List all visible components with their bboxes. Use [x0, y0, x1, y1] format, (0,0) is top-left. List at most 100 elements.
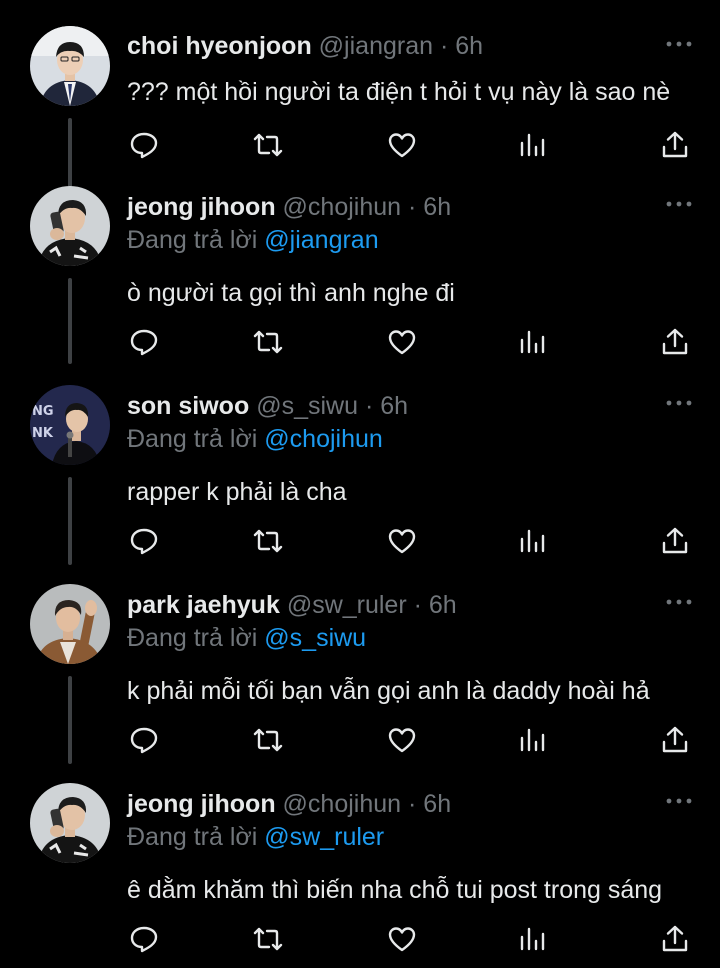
- replying-to: Đang trả lời @jiangran: [127, 226, 379, 255]
- replying-to-label: Đang trả lời: [127, 823, 265, 851]
- timestamp[interactable]: 6h: [455, 32, 483, 60]
- retweet-button[interactable]: [251, 724, 285, 756]
- reply-button[interactable]: [127, 724, 161, 756]
- views-button[interactable]: [515, 129, 549, 161]
- user-handle[interactable]: @s_siwu: [256, 392, 358, 420]
- display-name[interactable]: choi hyeonjoon: [127, 32, 312, 60]
- retweet-icon: [253, 728, 283, 752]
- like-button[interactable]: [385, 129, 419, 161]
- tweet-header: son siwoo @s_siwu · 6h: [127, 388, 408, 424]
- reply-button[interactable]: [127, 923, 161, 955]
- avatar[interactable]: [30, 26, 110, 106]
- reply-button[interactable]: [127, 129, 161, 161]
- avatar[interactable]: [30, 186, 110, 266]
- replying-to-mention[interactable]: @sw_ruler: [264, 823, 384, 851]
- retweet-icon: [253, 330, 283, 354]
- views-icon: [520, 728, 545, 752]
- more-options-icon: [666, 400, 692, 406]
- tweet-header: choi hyeonjoon @jiangran · 6h: [127, 28, 483, 64]
- conversation-thread: choi hyeonjoon @jiangran · 6h ??? một hồ…: [0, 0, 720, 968]
- replying-to: Đang trả lời @chojihun: [127, 425, 383, 454]
- user-handle[interactable]: @chojihun: [283, 790, 402, 818]
- retweet-button[interactable]: [251, 129, 285, 161]
- display-name[interactable]: jeong jihoon: [127, 193, 276, 221]
- avatar[interactable]: [30, 783, 110, 863]
- share-button[interactable]: [658, 525, 692, 557]
- user-handle[interactable]: @sw_ruler: [287, 591, 407, 619]
- more-options-icon: [666, 41, 692, 47]
- avatar-person-stage-mic-icon: NG NK: [30, 385, 110, 465]
- share-icon: [662, 925, 688, 952]
- display-name[interactable]: jeong jihoon: [127, 790, 276, 818]
- svg-text:NG: NG: [32, 404, 54, 419]
- retweet-button[interactable]: [251, 923, 285, 955]
- reply-button[interactable]: [127, 326, 161, 358]
- share-button[interactable]: [658, 129, 692, 161]
- reply-button[interactable]: [127, 525, 161, 557]
- more-options-button[interactable]: [664, 190, 694, 218]
- views-button[interactable]: [515, 923, 549, 955]
- tweet-text: ò người ta gọi thì anh nghe đi: [127, 279, 455, 307]
- share-button[interactable]: [658, 923, 692, 955]
- more-options-button[interactable]: [664, 787, 694, 815]
- separator-dot: ·: [413, 591, 422, 619]
- avatar[interactable]: [30, 584, 110, 664]
- share-button[interactable]: [658, 724, 692, 756]
- thread-line: [68, 676, 72, 764]
- like-button[interactable]: [385, 525, 419, 557]
- svg-text:NK: NK: [32, 426, 54, 441]
- display-name[interactable]: son siwoo: [127, 392, 249, 420]
- timestamp[interactable]: 6h: [429, 591, 457, 619]
- tweet-actions: [127, 923, 694, 955]
- tweet-text: rapper k phải là cha: [127, 478, 347, 506]
- like-icon: [388, 728, 416, 753]
- tweet-text: k phải mỗi tối bạn vẫn gọi anh là daddy …: [127, 677, 650, 705]
- user-handle[interactable]: @chojihun: [283, 193, 402, 221]
- like-button[interactable]: [385, 724, 419, 756]
- more-options-icon: [666, 798, 692, 804]
- timestamp[interactable]: 6h: [380, 392, 408, 420]
- like-button[interactable]: [385, 923, 419, 955]
- thread-line: [68, 278, 72, 364]
- tweet-header: jeong jihoon @chojihun · 6h: [127, 189, 451, 225]
- like-button[interactable]: [385, 326, 419, 358]
- more-options-icon: [666, 201, 692, 207]
- timestamp[interactable]: 6h: [423, 193, 451, 221]
- avatar-person-suit-white-icon: [30, 26, 110, 106]
- user-handle[interactable]: @jiangran: [319, 32, 433, 60]
- replying-to-mention[interactable]: @jiangran: [264, 226, 378, 254]
- like-icon: [388, 927, 416, 952]
- separator-dot: ·: [364, 392, 374, 420]
- retweet-button[interactable]: [251, 326, 285, 358]
- timestamp[interactable]: 6h: [423, 790, 451, 818]
- more-options-button[interactable]: [664, 389, 694, 417]
- avatar-person-jersey-phone-icon: [30, 783, 110, 863]
- more-options-button[interactable]: [664, 30, 694, 58]
- views-button[interactable]: [515, 326, 549, 358]
- separator-dot: ·: [408, 790, 417, 818]
- reply-icon: [130, 528, 158, 555]
- thread-line: [68, 477, 72, 565]
- retweet-icon: [253, 529, 283, 553]
- share-button[interactable]: [658, 326, 692, 358]
- separator-dot: ·: [439, 32, 449, 60]
- tweet-actions: [127, 525, 694, 557]
- tweet-actions: [127, 326, 694, 358]
- reply-icon: [130, 132, 158, 159]
- more-options-icon: [666, 599, 692, 605]
- views-icon: [520, 330, 545, 354]
- replying-to: Đang trả lời @sw_ruler: [127, 823, 384, 852]
- views-icon: [520, 133, 545, 157]
- replying-to-mention[interactable]: @chojihun: [264, 425, 383, 453]
- retweet-button[interactable]: [251, 525, 285, 557]
- reply-icon: [130, 329, 158, 356]
- views-button[interactable]: [515, 525, 549, 557]
- replying-to-label: Đang trả lời: [127, 226, 265, 254]
- avatar[interactable]: NG NK: [30, 385, 110, 465]
- display-name[interactable]: park jaehyuk: [127, 591, 280, 619]
- share-icon: [662, 131, 688, 158]
- replying-to-mention[interactable]: @s_siwu: [264, 624, 366, 652]
- views-button[interactable]: [515, 724, 549, 756]
- more-options-button[interactable]: [664, 588, 694, 616]
- replying-to: Đang trả lời @s_siwu: [127, 624, 366, 653]
